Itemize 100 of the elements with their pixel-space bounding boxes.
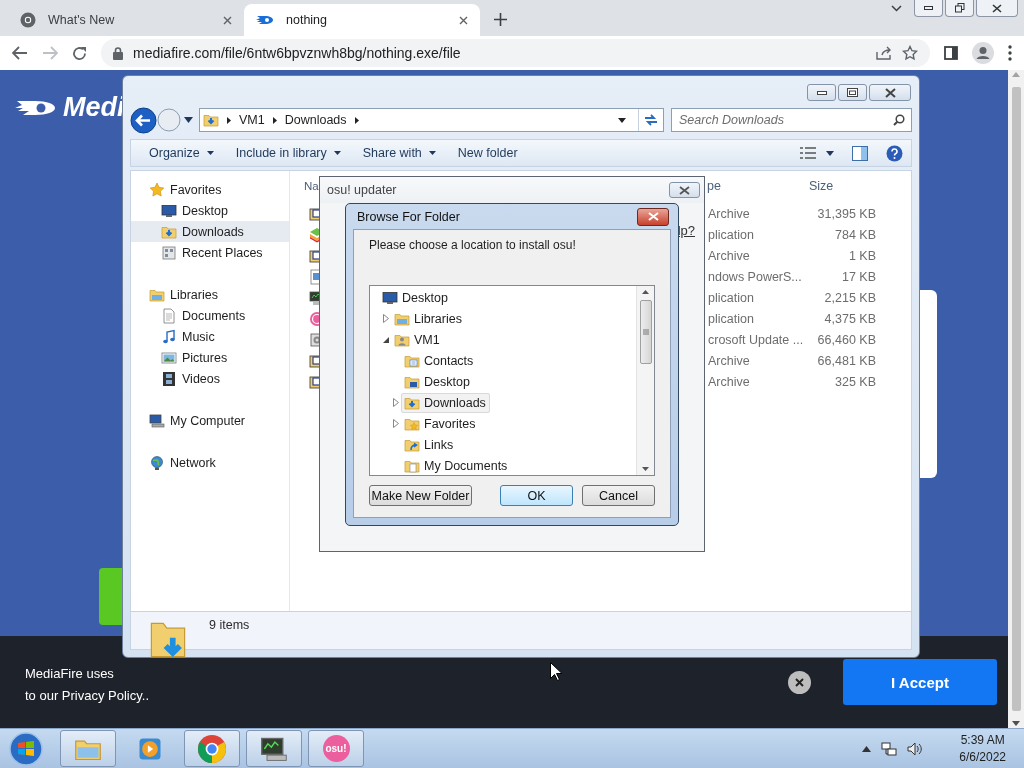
browser-tab[interactable]: What's New <box>8 4 244 36</box>
chevron-down-icon[interactable] <box>891 5 902 12</box>
tree-item[interactable]: Desktop <box>379 287 452 308</box>
table-cell-text: 325 KB <box>834 374 876 389</box>
nav-item[interactable]: Music <box>131 326 289 347</box>
nav-item[interactable]: My Computer <box>131 410 289 431</box>
toolbar-button[interactable]: New folder <box>449 142 526 164</box>
scrollbar[interactable] <box>636 286 654 475</box>
maximize-button[interactable] <box>838 84 867 101</box>
view-list-icon[interactable] <box>800 147 816 159</box>
dialog-button[interactable]: Make New Folder <box>369 485 472 506</box>
breadcrumb-item[interactable]: Downloads <box>284 113 347 127</box>
search-input[interactable]: Search Downloads <box>679 113 893 127</box>
toolbar-button[interactable]: Include in library <box>227 142 349 164</box>
close-icon <box>647 212 659 221</box>
side-panel-icon[interactable] <box>944 46 958 60</box>
toolbar-button[interactable]: Share with <box>354 142 444 164</box>
close-icon[interactable] <box>459 15 468 25</box>
chevron-right-icon[interactable] <box>272 116 277 124</box>
network-icon[interactable] <box>881 740 898 757</box>
tree-item[interactable]: Favorites <box>401 413 480 434</box>
expand-arrow-icon[interactable] <box>392 419 399 428</box>
table-cell-text: 1 KB <box>847 248 876 263</box>
app-icon <box>309 226 320 243</box>
computer-icon <box>149 412 165 429</box>
close-button[interactable] <box>869 84 911 101</box>
nav-item[interactable]: Desktop <box>131 200 289 221</box>
back-icon[interactable] <box>12 46 28 60</box>
chevron-right-icon[interactable] <box>227 116 231 124</box>
nav-item[interactable]: Favorites <box>131 179 289 200</box>
minimize-button[interactable] <box>807 84 836 101</box>
tree-item[interactable]: Downloads <box>401 392 490 413</box>
table-cell-text: 66,481 KB <box>816 353 876 368</box>
caret-icon[interactable] <box>618 117 626 123</box>
close-icon[interactable] <box>223 15 232 25</box>
column-header[interactable]: Size <box>809 179 834 193</box>
scroll-down-icon[interactable] <box>642 467 649 471</box>
preview-pane-icon[interactable] <box>852 145 868 161</box>
address-bar[interactable]: mediafire.com/file/6ntw6bpvznwh8bg/nothing.exe/file <box>101 39 930 67</box>
close-button[interactable] <box>637 207 669 226</box>
tree-item[interactable]: VM1 <box>391 329 444 350</box>
help-link[interactable]: lp? <box>677 223 695 238</box>
nav-item[interactable]: Videos <box>131 368 289 389</box>
taskbar-button[interactable] <box>246 730 302 767</box>
nav-item[interactable]: Downloads <box>131 221 289 242</box>
reload-icon[interactable] <box>72 45 87 61</box>
volume-icon[interactable] <box>907 740 924 757</box>
scrollbar[interactable] <box>1008 70 1024 728</box>
table-cell: ndows PowerS... <box>708 269 802 284</box>
back-button[interactable] <box>130 106 157 134</box>
toolbar-button[interactable]: Organize <box>141 142 222 164</box>
minimize-button[interactable] <box>914 0 943 17</box>
share-icon[interactable] <box>876 46 892 60</box>
close-button[interactable] <box>976 0 1018 17</box>
accept-button[interactable]: I Accept <box>843 659 997 705</box>
chevron-right-icon[interactable] <box>354 116 359 124</box>
expand-arrow-icon[interactable] <box>392 398 399 407</box>
close-button[interactable] <box>788 670 811 694</box>
tree-item[interactable]: Libraries <box>391 308 466 329</box>
tree-item[interactable]: Links <box>401 434 458 455</box>
recent-pages-caret-icon[interactable] <box>184 117 193 123</box>
tree-item[interactable]: My Documents <box>401 455 512 475</box>
column-header[interactable]: Na <box>304 180 319 192</box>
monitor-icon <box>161 202 177 219</box>
picture-icon <box>161 349 177 366</box>
caret-icon[interactable] <box>826 150 834 156</box>
column-header[interactable]: pe <box>707 179 721 193</box>
clock-time[interactable]: 5:39 AM <box>960 733 1005 747</box>
minimize-icon <box>924 6 933 10</box>
tree-item[interactable]: Desktop <box>401 371 474 392</box>
dialog-button[interactable]: Cancel <box>582 485 655 506</box>
download-folder-icon <box>203 112 219 128</box>
browser-tab[interactable]: nothing <box>244 4 480 36</box>
table-cell: Archive <box>708 248 750 263</box>
star-icon[interactable] <box>902 45 918 61</box>
collapse-arrow-icon[interactable] <box>382 336 389 343</box>
breadcrumb-item[interactable]: VM1 <box>239 113 265 127</box>
clock-date[interactable]: 6/6/2022 <box>959 750 1006 764</box>
dialog-button[interactable]: OK <box>500 485 573 506</box>
nav-item[interactable]: Network <box>131 452 289 473</box>
expand-arrow-icon[interactable] <box>382 314 389 323</box>
scroll-up-icon[interactable] <box>642 290 649 294</box>
tree-item[interactable]: Contacts <box>401 350 478 371</box>
table-cell: Archive <box>708 353 750 368</box>
profile-icon[interactable] <box>972 42 994 64</box>
scroll-down-icon[interactable] <box>1012 721 1020 726</box>
nav-item[interactable]: Documents <box>131 305 289 326</box>
close-button[interactable] <box>669 182 700 198</box>
nav-item[interactable]: Libraries <box>131 284 289 305</box>
search-field[interactable]: Search Downloads <box>671 108 912 132</box>
nav-item[interactable]: Pictures <box>131 347 289 368</box>
restore-button[interactable] <box>945 0 974 17</box>
menu-icon[interactable] <box>1008 45 1012 61</box>
close-icon <box>992 3 1002 13</box>
help-icon[interactable] <box>886 144 903 162</box>
address-bar[interactable]: VM1 Downloads <box>199 108 664 132</box>
show-hidden-icons[interactable] <box>862 745 872 752</box>
new-tab-icon[interactable] <box>494 13 507 26</box>
nav-item[interactable]: Recent Places <box>131 242 289 263</box>
scroll-thumb[interactable] <box>639 300 652 364</box>
